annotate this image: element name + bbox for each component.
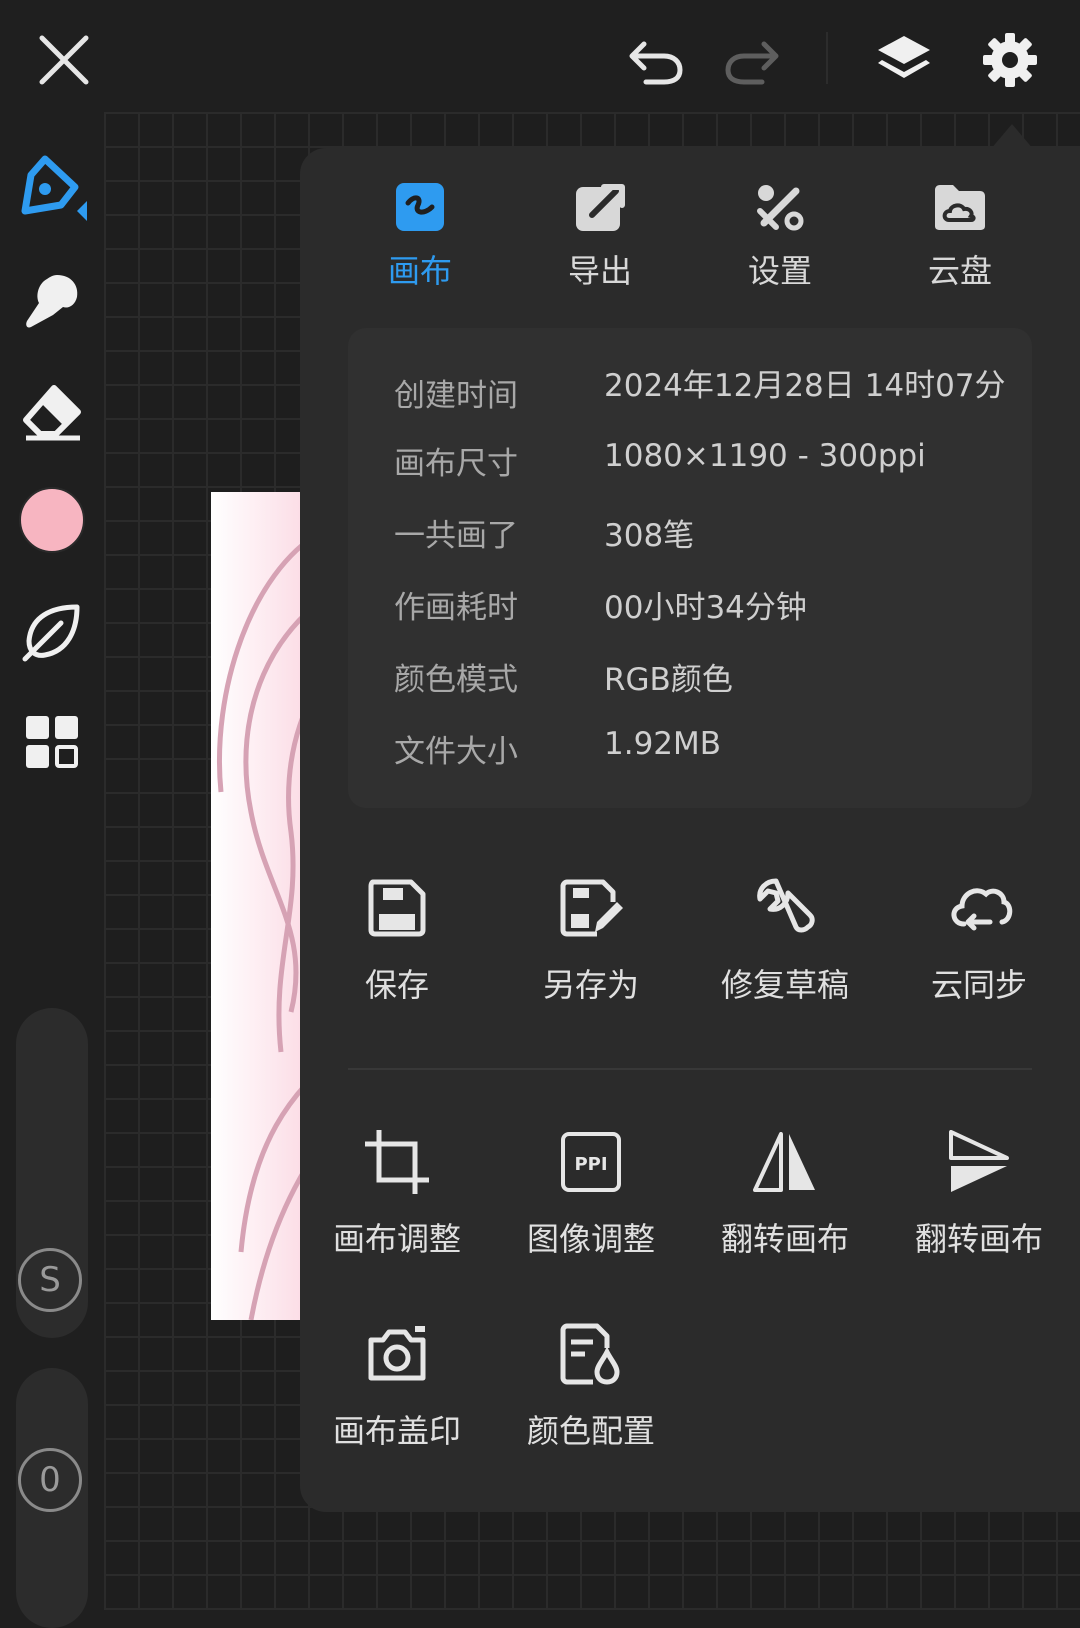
canvas-adjust-button[interactable]: 画布调整 — [300, 1126, 494, 1276]
tab-label: 画布 — [387, 252, 452, 290]
opacity-knob[interactable]: 0 — [18, 1448, 82, 1512]
eraser-icon — [23, 385, 81, 441]
tab-label: 云盘 — [927, 252, 992, 290]
cloud-sync-button[interactable]: 云同步 — [882, 872, 1076, 1022]
undo-icon — [629, 41, 683, 85]
info-row-created: 创建时间 2024年12月28日 14时07分 — [394, 360, 1014, 412]
action-label: 云同步 — [930, 966, 1027, 1004]
image-adjust-button[interactable]: PPI 图像调整 — [494, 1126, 688, 1276]
undo-button[interactable] — [618, 22, 694, 98]
repair-draft-button[interactable]: 修复草稿 — [688, 872, 882, 1022]
action-label: 修复草稿 — [720, 966, 849, 1004]
leaf-icon — [22, 604, 80, 662]
tab-settings[interactable]: 设置 — [710, 180, 850, 300]
action-label: 画布调整 — [332, 1220, 461, 1258]
canvas-icon — [396, 183, 444, 231]
action-label: 保存 — [364, 966, 429, 1004]
brush-size-slider[interactable]: S — [16, 1008, 88, 1338]
action-label: 翻转画布 — [720, 1220, 849, 1258]
tab-label: 导出 — [567, 252, 632, 290]
color-config-icon — [560, 1323, 620, 1385]
cloud-folder-icon — [935, 185, 985, 230]
tab-canvas[interactable]: 画布 — [350, 180, 490, 300]
smudge-tool-button[interactable] — [14, 262, 90, 338]
eraser-tool-button[interactable] — [14, 374, 90, 450]
flip-vertical-icon — [949, 1130, 1009, 1192]
ppi-icon: PPI — [561, 1132, 621, 1192]
info-row-file-size: 文件大小 1.92MB — [394, 726, 1014, 786]
info-key: 画布尺寸 — [394, 446, 518, 482]
grid-tool-button[interactable] — [14, 704, 90, 780]
gear-icon — [983, 33, 1037, 87]
close-icon — [39, 35, 89, 85]
size-slider-label: S — [39, 1260, 61, 1300]
action-label: 图像调整 — [526, 1220, 655, 1258]
canvas-info-card: 创建时间 2024年12月28日 14时07分 画布尺寸 1080×1190 -… — [348, 328, 1032, 808]
action-label: 另存为 — [542, 966, 639, 1004]
info-key: 一共画了 — [394, 518, 518, 554]
info-row-size: 画布尺寸 1080×1190 - 300ppi — [394, 438, 1014, 498]
save-button[interactable]: 保存 — [300, 872, 494, 1022]
camera-icon — [368, 1326, 426, 1381]
left-toolbar: S 0 — [0, 112, 104, 1628]
settings-button[interactable] — [972, 22, 1048, 98]
current-color-swatch — [19, 487, 85, 553]
wrench-icon — [757, 878, 815, 933]
info-row-strokes: 一共画了 308笔 — [394, 510, 1014, 570]
action-label: 颜色配置 — [526, 1412, 655, 1450]
tab-label: 设置 — [747, 252, 812, 290]
svg-text:PPI: PPI — [574, 1154, 607, 1175]
layers-button[interactable] — [866, 22, 942, 98]
export-icon — [576, 184, 625, 231]
flip-horizontal-button[interactable]: 翻转画布 — [688, 1126, 882, 1276]
info-key: 文件大小 — [394, 734, 518, 770]
info-value: RGB颜色 — [604, 662, 733, 698]
top-toolbar — [0, 0, 1080, 112]
brush-tool-button[interactable] — [14, 150, 90, 226]
info-row-color-mode: 颜色模式 RGB颜色 — [394, 654, 1014, 714]
layers-icon — [878, 36, 930, 78]
toolbar-divider — [826, 32, 828, 84]
canvas-menu-panel: 画布 导出 设置 云盘 创建时间 2024年12月28日 14时07分 画布尺寸… — [300, 148, 1080, 1512]
canvas-stamp-button[interactable]: 画布盖印 — [300, 1318, 494, 1468]
close-button[interactable] — [26, 22, 102, 98]
leaf-tool-button[interactable] — [14, 594, 90, 670]
info-value: 1080×1190 - 300ppi — [604, 438, 926, 474]
tab-cloud[interactable]: 云盘 — [890, 180, 1030, 300]
flip-horizontal-icon — [753, 1132, 815, 1192]
color-picker-button[interactable] — [14, 482, 90, 558]
info-value: 2024年12月28日 14时07分 — [604, 368, 1006, 404]
save-as-button[interactable]: 另存为 — [494, 872, 688, 1022]
info-key: 颜色模式 — [394, 662, 518, 698]
actions-divider — [348, 1068, 1032, 1070]
cloud-sync-icon — [951, 888, 1013, 931]
redo-button[interactable] — [714, 22, 790, 98]
info-row-time: 作画耗时 00小时34分钟 — [394, 582, 1014, 642]
info-value: 308笔 — [604, 518, 695, 554]
redo-icon — [725, 41, 779, 85]
action-label: 画布盖印 — [332, 1412, 461, 1450]
tab-export[interactable]: 导出 — [530, 180, 670, 300]
save-icon — [368, 879, 426, 937]
opacity-slider[interactable]: 0 — [16, 1368, 88, 1628]
info-key: 作画耗时 — [394, 590, 518, 626]
panel-pointer — [990, 124, 1034, 150]
save-as-icon — [560, 879, 623, 937]
smudge-icon — [26, 275, 78, 328]
color-config-button[interactable]: 颜色配置 — [494, 1318, 688, 1468]
grid-icon — [26, 716, 78, 768]
info-value: 1.92MB — [604, 726, 722, 762]
flip-vertical-button[interactable]: 翻转画布 — [882, 1126, 1076, 1276]
brush-icon — [21, 155, 87, 221]
info-key: 创建时间 — [394, 378, 518, 412]
info-value: 00小时34分钟 — [604, 590, 807, 626]
crop-icon — [365, 1130, 429, 1194]
panel-tabs: 画布 导出 设置 云盘 — [300, 180, 1080, 300]
brush-size-knob[interactable]: S — [18, 1248, 82, 1312]
action-label: 翻转画布 — [914, 1220, 1043, 1258]
opacity-slider-label: 0 — [39, 1460, 61, 1500]
tools-icon — [757, 185, 804, 231]
